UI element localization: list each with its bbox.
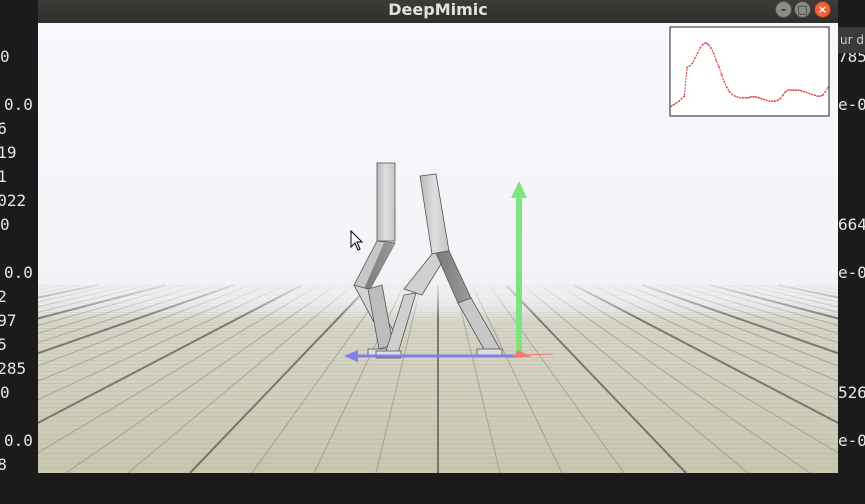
terminal-tab[interactable]: ur dr — [838, 27, 865, 53]
plot-point — [704, 41, 707, 44]
plot-point — [731, 93, 734, 96]
plot-point — [715, 59, 718, 61]
plot-point — [718, 65, 720, 68]
plot-point — [749, 96, 752, 98]
plot-point — [688, 65, 691, 67]
terminal-line: 526 — [838, 383, 865, 402]
plot-point — [768, 100, 771, 103]
plot-point — [800, 90, 803, 92]
plot-point — [670, 105, 672, 108]
terminal-line: 881 — [0, 167, 7, 186]
plot-point — [811, 93, 813, 96]
plot-point — [813, 94, 816, 97]
plot-point — [672, 103, 675, 106]
plot-point — [702, 43, 704, 46]
plot-point — [728, 90, 731, 93]
plot-point — [691, 62, 694, 65]
close-button[interactable]: × — [814, 1, 831, 18]
plot-point — [797, 89, 800, 91]
foot-right — [476, 348, 503, 356]
plot-point — [821, 94, 824, 97]
terminal-line: 0 — [0, 47, 10, 66]
plot-point — [720, 73, 723, 76]
plot-point — [792, 89, 795, 91]
deepmimic-window[interactable]: DeepMimic – □ × — [38, 0, 838, 473]
plot-point — [805, 91, 808, 94]
plot-point — [773, 100, 776, 103]
simulation-viewport[interactable] — [38, 23, 838, 473]
plot-point — [781, 94, 784, 97]
title-bar[interactable]: DeepMimic – □ × — [38, 0, 838, 24]
plot-point — [726, 86, 728, 89]
plot-point — [789, 89, 792, 91]
window-title: DeepMimic — [388, 0, 488, 19]
plot-point — [741, 96, 744, 99]
plot-point — [803, 90, 805, 93]
plot-point — [699, 47, 702, 49]
reward-plot-inset — [669, 26, 830, 117]
plot-point — [776, 99, 779, 102]
terminal-line: 955 — [0, 335, 7, 354]
terminal-line: e-0 — [838, 431, 865, 450]
plot-point — [747, 96, 750, 99]
plot-point — [757, 96, 760, 99]
plot-point — [755, 96, 758, 98]
plot-point — [816, 95, 819, 97]
plot-point — [771, 100, 773, 103]
plot-point — [827, 86, 829, 89]
maximize-button[interactable]: □ — [794, 1, 811, 18]
plot-frame — [669, 26, 830, 117]
torso-left — [376, 162, 396, 242]
terminal-line: e-0 — [838, 95, 865, 114]
plot-point — [779, 97, 781, 100]
plot-point — [723, 80, 726, 83]
plot-point — [763, 98, 765, 101]
plot-point — [707, 43, 710, 46]
terminal-line: 05022 — [0, 191, 27, 210]
plot-point — [736, 96, 739, 98]
terminal-right: 785 e-0 664 e-0 526 e-0 — [838, 0, 865, 504]
plot-point — [739, 96, 742, 99]
plot-point — [784, 90, 787, 93]
terminal-line: 876 — [0, 119, 7, 138]
plot-point — [675, 102, 678, 104]
plot-point — [752, 96, 755, 98]
terminal-line: 8397 — [0, 311, 17, 330]
terminal-line: 664 — [838, 215, 865, 234]
plot-point — [765, 99, 768, 102]
plot-point — [710, 47, 712, 49]
plot-point — [795, 89, 797, 91]
terminal-line: 0.0 — [4, 263, 33, 282]
plot-point — [744, 96, 747, 99]
terminal-line: 0 — [0, 383, 10, 402]
terminal-line: 7119 — [0, 143, 17, 162]
terminal-line: 05285 — [0, 359, 27, 378]
plot-point — [678, 100, 680, 103]
plot-point — [712, 52, 715, 54]
plot-point — [760, 97, 763, 100]
terminal-line: 0.0 — [4, 431, 33, 450]
horizon-fade — [38, 278, 838, 318]
minimize-button[interactable]: – — [775, 1, 792, 18]
plot-point — [819, 95, 821, 97]
plot-point — [808, 92, 811, 95]
plot-point — [686, 66, 688, 69]
plot-point — [680, 97, 683, 100]
plot-point — [694, 57, 696, 60]
plot-point — [683, 95, 686, 97]
plot-point — [696, 52, 699, 54]
terminal-line: 0 — [0, 215, 10, 234]
terminal-line: 948 — [0, 455, 7, 474]
plot-point — [824, 90, 827, 93]
plot-point — [787, 89, 789, 91]
plot-point — [734, 95, 736, 97]
terminal-left: 0 0.0 876 7119 881 05022 0 0.0 412 8397 955 05285 0 0… — [0, 0, 38, 504]
terminal-line: e-0 — [838, 263, 865, 282]
terminal-line: 412 — [0, 287, 7, 306]
terminal-line: 0.0 — [4, 95, 33, 114]
